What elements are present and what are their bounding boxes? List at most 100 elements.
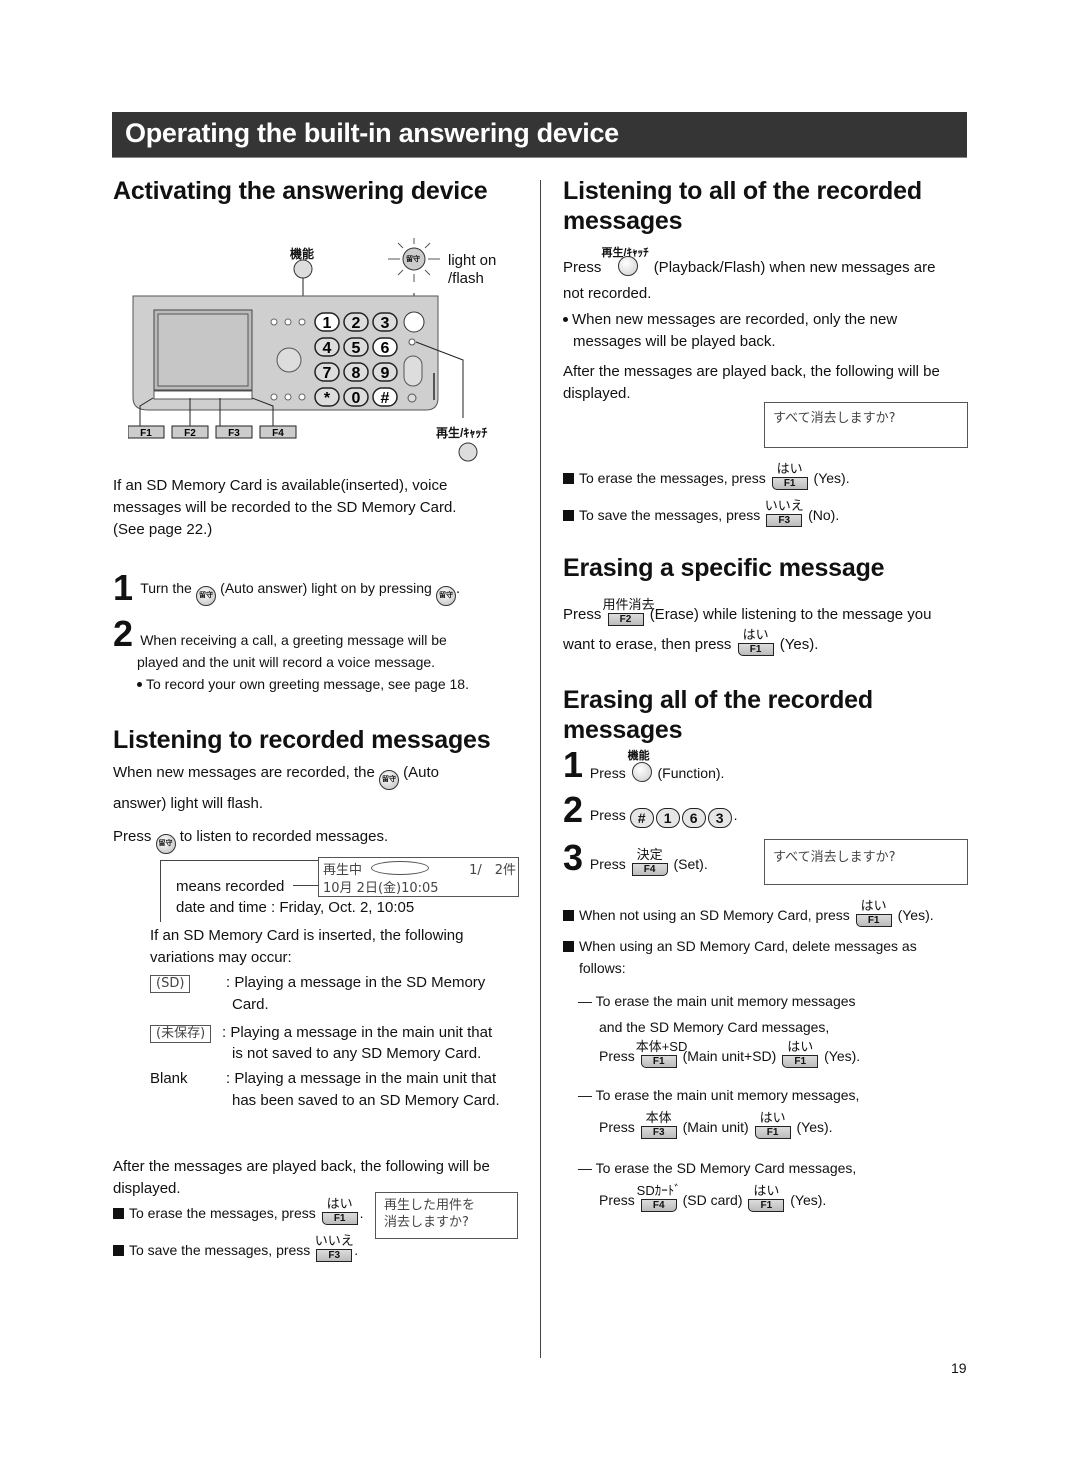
- step-number: 3: [563, 837, 584, 878]
- lcd-erase-all-confirm: すべて消去しますか?: [764, 839, 968, 885]
- text: When new messages are recorded, the: [113, 764, 375, 781]
- auto-answer-label: 留守: [406, 256, 420, 263]
- key-label: はい: [753, 1183, 780, 1198]
- f1-key: はい F1: [748, 1184, 785, 1212]
- step-text: Turn the: [140, 580, 192, 596]
- option-main-unit: — To erase the main unit memory messages…: [578, 1082, 978, 1140]
- punct: .: [456, 580, 461, 597]
- text: (Yes).: [813, 470, 850, 486]
- variation-desc: has been saved to an SD Memory Card.: [232, 1092, 500, 1109]
- variations-block: If an SD Memory Card is inserted, the fo…: [150, 925, 530, 969]
- device-diagram: 1 2 3 4 5 6 7 8 9 * 0 # F1 F2 F3 F4 機能 留守 light on /fl…: [127, 238, 508, 463]
- text: — To erase the main unit memory messages: [578, 993, 856, 1009]
- text: (Yes).: [897, 907, 934, 923]
- step-number: 1: [563, 744, 584, 785]
- fkey-label: F2: [184, 428, 196, 439]
- text: variations may occur:: [150, 949, 292, 966]
- no-sd-instruction: When not using an SD Memory Card, press …: [563, 899, 934, 927]
- erase-all-step-1: 1 Press 機能 (Function).: [563, 747, 724, 783]
- key-3-icon: 3: [707, 808, 732, 828]
- key-text: F3: [778, 515, 791, 526]
- text: Press: [589, 807, 626, 823]
- sd-note-line: (See page 22.): [113, 521, 213, 538]
- text: (Yes).: [790, 1192, 827, 1208]
- erase-instruction: To erase the messages, press はい F1 (Yes).: [563, 462, 850, 490]
- square-bullet-icon: [563, 910, 574, 921]
- text: After the messages are played back, the …: [563, 363, 940, 380]
- heading-line: Erasing all of the recorded: [563, 686, 873, 714]
- variation-tag: (未保存): [150, 1025, 212, 1043]
- lcd-text: 消去しますか?: [384, 1215, 469, 1230]
- lcd-text: すべて消去しますか?: [773, 850, 896, 865]
- key-text: F1: [760, 1200, 773, 1211]
- f1-key: はい F1: [782, 1040, 819, 1068]
- button-label: 再生/ｷｬｯﾁ: [601, 247, 649, 259]
- text: When not using an SD Memory Card, press: [579, 907, 850, 923]
- text: Press: [113, 828, 152, 845]
- section-heading-erase-specific: Erasing a specific message: [563, 554, 885, 582]
- key-label: 決定: [636, 847, 663, 862]
- keypad-key-label: 4: [323, 340, 332, 357]
- text: Press: [563, 606, 602, 623]
- auto-answer-button-icon: 留守: [196, 586, 216, 606]
- keypad-key-label: 0: [352, 390, 361, 407]
- option-sd-card: — To erase the SD Memory Card messages, …: [578, 1155, 978, 1213]
- variation-desc: Card.: [232, 996, 269, 1013]
- text: When using an SD Memory Card, delete mes…: [579, 938, 917, 954]
- key-label: 本体+SD: [635, 1039, 688, 1054]
- keypad-key-label: 6: [381, 340, 390, 357]
- heading-line: messages: [563, 207, 683, 235]
- heading-line: messages: [563, 716, 683, 744]
- text: — To erase the SD Memory Card messages,: [578, 1160, 857, 1176]
- f3-key: いいえ F3: [315, 1234, 354, 1262]
- page-title: Operating the built-in answering device: [125, 118, 619, 148]
- text: want to erase, then press: [563, 636, 732, 653]
- sd-note-line: messages will be recorded to the SD Memo…: [113, 499, 457, 516]
- text: (Main unit): [682, 1119, 749, 1135]
- f4-key: 決定 F4: [631, 848, 668, 876]
- playback-button: 再生/ｷｬｯﾁ: [602, 247, 650, 279]
- auto-answer-button-icon: 留守: [378, 770, 399, 790]
- variation-row: (SD) : Playing a message in the SD Memor…: [150, 972, 530, 1013]
- key-text: F1: [766, 1127, 779, 1138]
- text: If an SD Memory Card is inserted, the fo…: [150, 927, 464, 944]
- text: (Yes).: [796, 1119, 833, 1135]
- key-6-icon: 6: [681, 808, 706, 828]
- square-bullet-icon: [113, 1245, 124, 1256]
- text: Press: [599, 1192, 635, 1208]
- erase-instruction: To erase the messages, press はい F1.: [113, 1197, 364, 1225]
- text: messages will be played back.: [573, 333, 776, 350]
- lcd-text: 1/ 2件: [469, 863, 516, 878]
- f1-key: はい F1: [855, 899, 892, 927]
- key-text: F1: [783, 478, 796, 489]
- f1-key: 本体+SD F1: [636, 1040, 687, 1068]
- section-heading-erase-all: Erasing all of the recorded messages: [563, 685, 873, 745]
- text: (Erase) while listening to the message y…: [649, 606, 932, 623]
- text: and the SD Memory Card messages,: [599, 1019, 830, 1035]
- lcd-oval-icon: [371, 861, 429, 875]
- key-label: はい: [326, 1196, 353, 1211]
- f1-key: はい F1: [754, 1111, 791, 1139]
- key-label: はい: [742, 627, 769, 642]
- keypad-key-label: #: [381, 390, 390, 407]
- text: — To erase the main unit memory messages…: [578, 1087, 860, 1103]
- key-text: F1: [652, 1056, 665, 1067]
- f1-key: はい F1: [737, 628, 774, 656]
- callout-line: [293, 885, 318, 886]
- text: Press: [599, 1119, 635, 1135]
- fkey-label: F4: [272, 428, 284, 439]
- text: Press: [563, 259, 602, 276]
- text: To save the messages, press: [129, 1242, 311, 1258]
- key-label: いいえ: [314, 1233, 354, 1248]
- key-label: はい: [787, 1039, 814, 1054]
- text: (Function).: [657, 765, 725, 781]
- variation-row: Blank : Playing a message in the main un…: [150, 1068, 530, 1109]
- text: To erase the messages, press: [579, 470, 766, 486]
- key-label: SDｶｰﾄﾞ: [636, 1183, 681, 1198]
- auto-answer-button-icon: 留守: [155, 834, 176, 854]
- option-main-and-sd: — To erase the main unit memory messages…: [578, 988, 978, 1069]
- text: to listen to recorded messages.: [179, 828, 389, 845]
- lcd-text: すべて消去しますか?: [773, 411, 896, 426]
- function-button: 機能: [628, 750, 654, 783]
- text: (Main unit+SD): [682, 1048, 777, 1064]
